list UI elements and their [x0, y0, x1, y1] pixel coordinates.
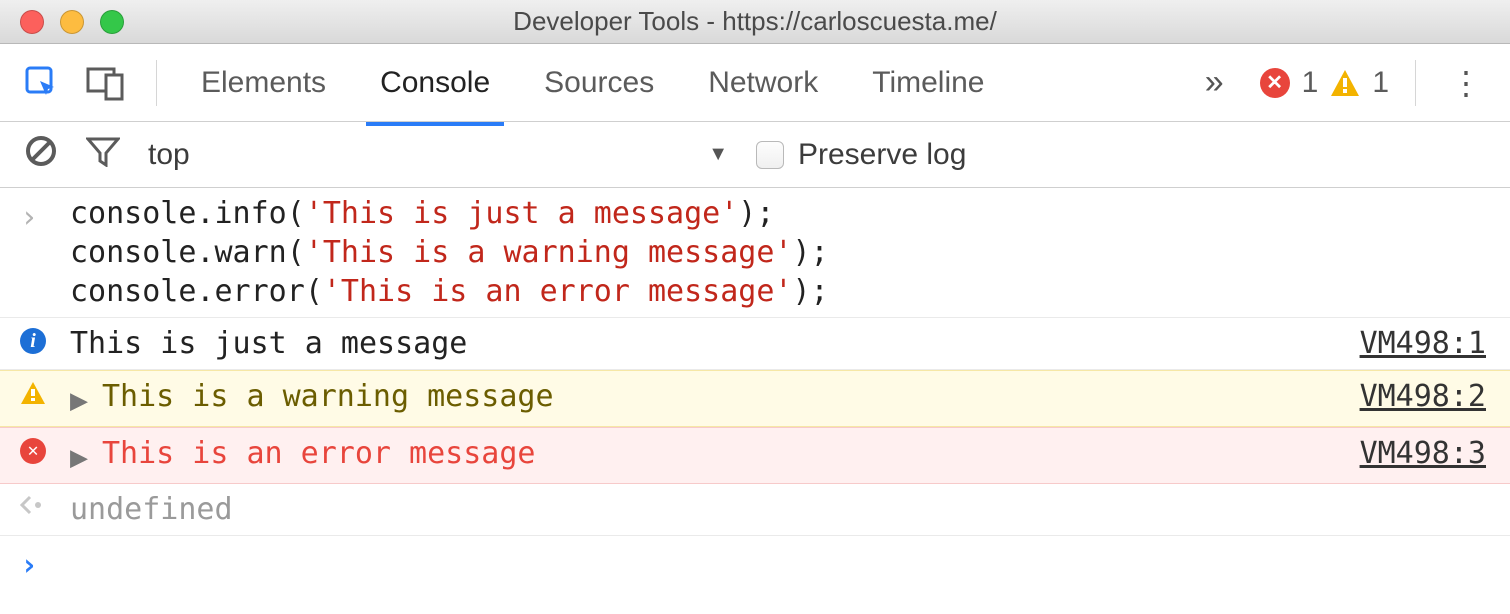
log-source-link[interactable]: VM498:3 [1344, 434, 1486, 473]
warning-icon [20, 377, 70, 405]
panel-tabstrip: Elements Console Sources Network Timelin… [0, 44, 1510, 122]
clear-console-icon[interactable] [24, 134, 58, 176]
window-title: Developer Tools - https://carloscuesta.m… [0, 6, 1510, 37]
preserve-log-toggle[interactable]: Preserve log [756, 138, 966, 172]
error-badge-icon: ✕ [1260, 68, 1290, 98]
prompt-icon: › [20, 542, 70, 585]
console-input-code: console.info('This is just a message'); … [70, 194, 1486, 311]
expand-toggle-icon[interactable]: ▶ [70, 434, 96, 477]
context-value: top [148, 138, 190, 172]
log-message: This is just a message [70, 324, 1344, 363]
log-source-link[interactable]: VM498:1 [1344, 324, 1486, 363]
console-return-row: undefined [0, 484, 1510, 536]
return-value: undefined [70, 490, 1486, 529]
console-filterbar: top ▼ Preserve log [0, 122, 1510, 188]
tabs-overflow-button[interactable]: » [1197, 63, 1234, 102]
error-icon: ✕ [20, 434, 70, 464]
status-counts[interactable]: ✕ 1 1 [1260, 66, 1389, 100]
context-selector[interactable]: top ▼ [148, 138, 728, 172]
window-controls [0, 10, 124, 34]
warning-badge-icon [1330, 69, 1360, 97]
checkbox-icon [756, 141, 784, 169]
info-icon: i [20, 324, 70, 354]
log-row-warn[interactable]: ▶ This is a warning message VM498:2 [0, 370, 1510, 427]
divider [156, 60, 157, 106]
tab-sources[interactable]: Sources [530, 44, 668, 122]
preserve-log-label: Preserve log [798, 138, 966, 172]
input-prompt-icon: › [20, 194, 70, 237]
warning-count: 1 [1372, 66, 1389, 100]
more-menu-icon[interactable]: ⋮ [1442, 64, 1490, 102]
log-row-error[interactable]: ✕ ▶ This is an error message VM498:3 [0, 427, 1510, 484]
chevron-down-icon: ▼ [708, 143, 728, 166]
console-body: › console.info('This is just a message')… [0, 188, 1510, 614]
filter-icon[interactable] [86, 135, 120, 175]
log-message: This is a warning message [102, 377, 1344, 416]
error-count: 1 [1302, 66, 1319, 100]
minimize-window-button[interactable] [60, 10, 84, 34]
tab-timeline[interactable]: Timeline [858, 44, 998, 122]
tab-network[interactable]: Network [694, 44, 832, 122]
log-message: This is an error message [102, 434, 1344, 473]
log-source-link[interactable]: VM498:2 [1344, 377, 1486, 416]
tab-elements[interactable]: Elements [187, 44, 340, 122]
titlebar: Developer Tools - https://carloscuesta.m… [0, 0, 1510, 44]
zoom-window-button[interactable] [100, 10, 124, 34]
inspect-element-icon[interactable] [24, 65, 60, 101]
log-row-info[interactable]: i This is just a message VM498:1 [0, 318, 1510, 370]
console-input-row[interactable]: › console.info('This is just a message')… [0, 188, 1510, 318]
output-arrow-icon [20, 490, 70, 516]
console-prompt-row[interactable]: › [0, 536, 1510, 591]
tab-console[interactable]: Console [366, 44, 504, 126]
close-window-button[interactable] [20, 10, 44, 34]
divider [1415, 60, 1416, 106]
device-toolbar-icon[interactable] [86, 65, 126, 101]
expand-toggle-icon[interactable]: ▶ [70, 377, 96, 420]
